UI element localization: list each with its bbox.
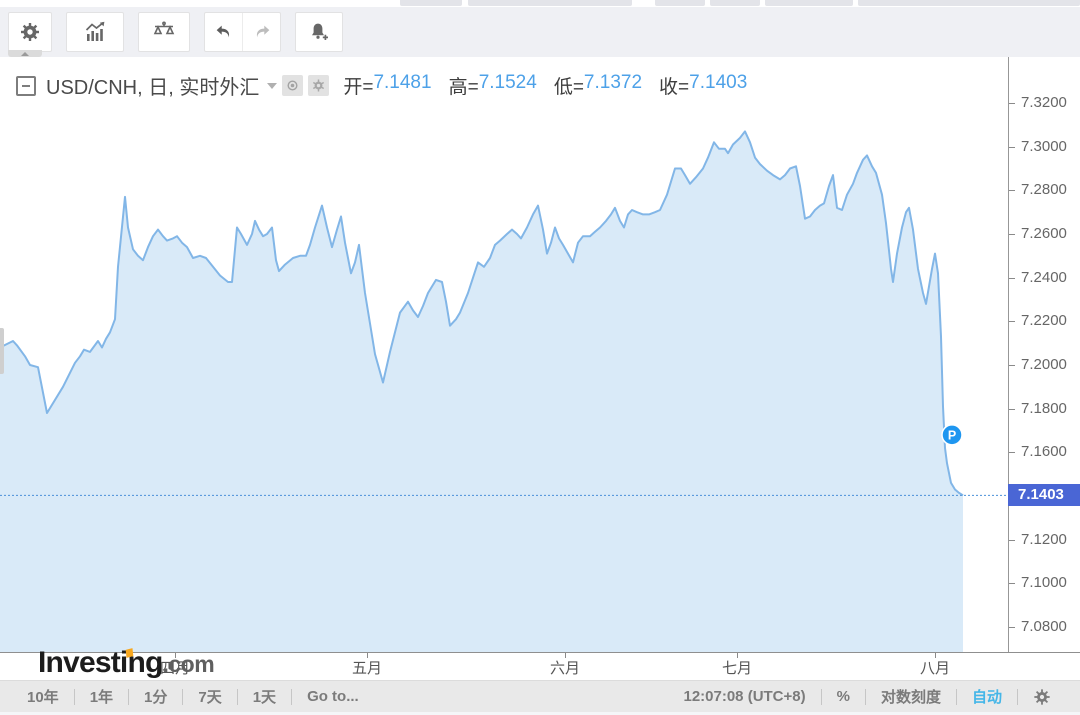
investing-logo-orange-dot xyxy=(126,648,134,658)
gear-icon xyxy=(18,20,42,44)
investing-watermark: Investing.com xyxy=(38,646,214,680)
ohlc-value: 7.1481 xyxy=(373,72,431,99)
price-series-plot: P xyxy=(0,57,1012,652)
drawing-toolbar-handle[interactable] xyxy=(0,328,4,374)
price-tick-label: 7.2800 xyxy=(1021,181,1067,198)
ohlc-label: 低= xyxy=(554,72,584,99)
price-tick-label: 7.2400 xyxy=(1021,269,1067,286)
scales-icon xyxy=(151,20,177,44)
auto-scale-button[interactable]: 自动 xyxy=(957,686,1017,707)
series-legend: USD/CNH, 日, 实时外汇 xyxy=(16,71,747,100)
series-title[interactable]: USD/CNH, 日, 实时外汇 xyxy=(46,71,259,100)
redo-button[interactable] xyxy=(242,13,280,51)
price-tick-label: 7.2200 xyxy=(1021,312,1067,329)
browser-strip-segment xyxy=(400,0,462,6)
time-tick-label: 六月 xyxy=(550,657,580,678)
price-tick-label: 7.0800 xyxy=(1021,618,1067,635)
price-tick xyxy=(1009,583,1015,584)
minus-box-icon[interactable] xyxy=(16,76,36,96)
investing-logo-text: Investing xyxy=(38,646,163,680)
log-scale-button[interactable]: 对数刻度 xyxy=(866,686,956,707)
undo-arrow-icon xyxy=(213,21,235,43)
ohlc-item: 开=7.1481 xyxy=(343,72,431,99)
toolbar-collapse-tab[interactable] xyxy=(8,50,42,57)
price-tick xyxy=(1009,321,1015,322)
price-axis[interactable]: 7.3200 7.3000 7.2800 7.2600 7.2400 7.2200 7.20… xyxy=(1008,57,1080,652)
ohlc-label: 高= xyxy=(449,72,479,99)
range-buttons: 10年1年1分7天1天Go to... xyxy=(12,686,374,707)
plugin-marker-letter: P xyxy=(948,428,956,442)
bottom-toolbar-right: 12:07:08 (UTC+8) % 对数刻度 自动 xyxy=(668,686,1066,707)
indicators-button[interactable] xyxy=(66,12,124,52)
undo-button[interactable] xyxy=(205,13,242,51)
last-price-label: 7.1403 xyxy=(1008,484,1080,506)
range-button-2[interactable]: 1年 xyxy=(75,686,128,707)
axis-settings-button[interactable] xyxy=(1018,688,1066,706)
price-tick xyxy=(1009,365,1015,366)
time-tick-label: 八月 xyxy=(920,657,950,678)
range-button-4[interactable]: 7天 xyxy=(183,686,236,707)
investing-logo-suffix: .com xyxy=(163,651,215,678)
price-tick xyxy=(1009,409,1015,410)
compare-button[interactable] xyxy=(138,12,190,52)
ohlc-value: 7.1403 xyxy=(689,72,747,99)
redo-arrow-icon xyxy=(251,21,273,43)
series-visibility-button[interactable] xyxy=(282,75,303,96)
time-tick-label: 五月 xyxy=(352,657,382,678)
visibility-icon xyxy=(285,78,300,93)
clock[interactable]: 12:07:08 (UTC+8) xyxy=(668,688,820,705)
ohlc-label: 收= xyxy=(659,72,689,99)
browser-strip-segment xyxy=(710,0,760,6)
price-tick-label: 7.3200 xyxy=(1021,94,1067,111)
chart-indicators-icon xyxy=(82,20,108,44)
price-tick-label: 7.1600 xyxy=(1021,443,1067,460)
ohlc-item: 收=7.1403 xyxy=(659,72,747,99)
range-button-5[interactable]: 1天 xyxy=(238,686,291,707)
percent-scale-button[interactable]: % xyxy=(822,688,865,705)
price-tick xyxy=(1009,278,1015,279)
price-tick-label: 7.1000 xyxy=(1021,574,1067,591)
price-tick xyxy=(1009,190,1015,191)
price-tick xyxy=(1009,452,1015,453)
price-tick xyxy=(1009,103,1015,104)
add-alert-button[interactable] xyxy=(295,12,343,52)
price-tick xyxy=(1009,147,1015,148)
ohlc-label: 开= xyxy=(343,72,373,99)
price-tick-label: 7.1800 xyxy=(1021,400,1067,417)
ohlc-item: 高=7.1524 xyxy=(449,72,537,99)
undo-redo-group xyxy=(204,12,281,52)
ohlc-readout: 开=7.1481 高=7.1524 低=7.1372 收=7.1403 xyxy=(343,72,747,99)
browser-strip-segment xyxy=(765,0,853,6)
price-tick-label: 7.3000 xyxy=(1021,138,1067,155)
gear-icon xyxy=(1033,688,1051,706)
series-settings-gear-icon xyxy=(311,78,326,93)
bottom-toolbar: 10年1年1分7天1天Go to... 12:07:08 (UTC+8) % 对… xyxy=(0,680,1080,712)
range-button-6[interactable]: Go to... xyxy=(292,688,374,705)
price-tick xyxy=(1009,234,1015,235)
chart-toolbar xyxy=(0,7,1080,57)
range-button-3[interactable]: 1分 xyxy=(129,686,182,707)
price-tick xyxy=(1009,540,1015,541)
ohlc-value: 7.1524 xyxy=(479,72,537,99)
browser-strip xyxy=(0,0,1080,7)
price-tick-label: 7.2600 xyxy=(1021,225,1067,242)
chevron-up-icon xyxy=(21,52,29,56)
bell-plus-icon xyxy=(306,20,332,44)
price-tick xyxy=(1009,627,1015,628)
ohlc-item: 低=7.1372 xyxy=(554,72,642,99)
browser-strip-segment xyxy=(655,0,705,6)
price-tick-label: 7.1200 xyxy=(1021,531,1067,548)
price-tick-label: 7.2000 xyxy=(1021,356,1067,373)
range-button-1[interactable]: 10年 xyxy=(12,686,74,707)
caret-down-icon[interactable] xyxy=(267,83,277,89)
chart-area[interactable]: P USD/CNH, 日, 实时外汇 xyxy=(0,57,1080,652)
series-settings-button[interactable] xyxy=(308,75,329,96)
chart-settings-button[interactable] xyxy=(8,12,52,52)
browser-strip-segment xyxy=(858,0,1080,6)
ohlc-value: 7.1372 xyxy=(584,72,642,99)
time-tick-label: 七月 xyxy=(722,657,752,678)
browser-strip-segment xyxy=(468,0,632,6)
